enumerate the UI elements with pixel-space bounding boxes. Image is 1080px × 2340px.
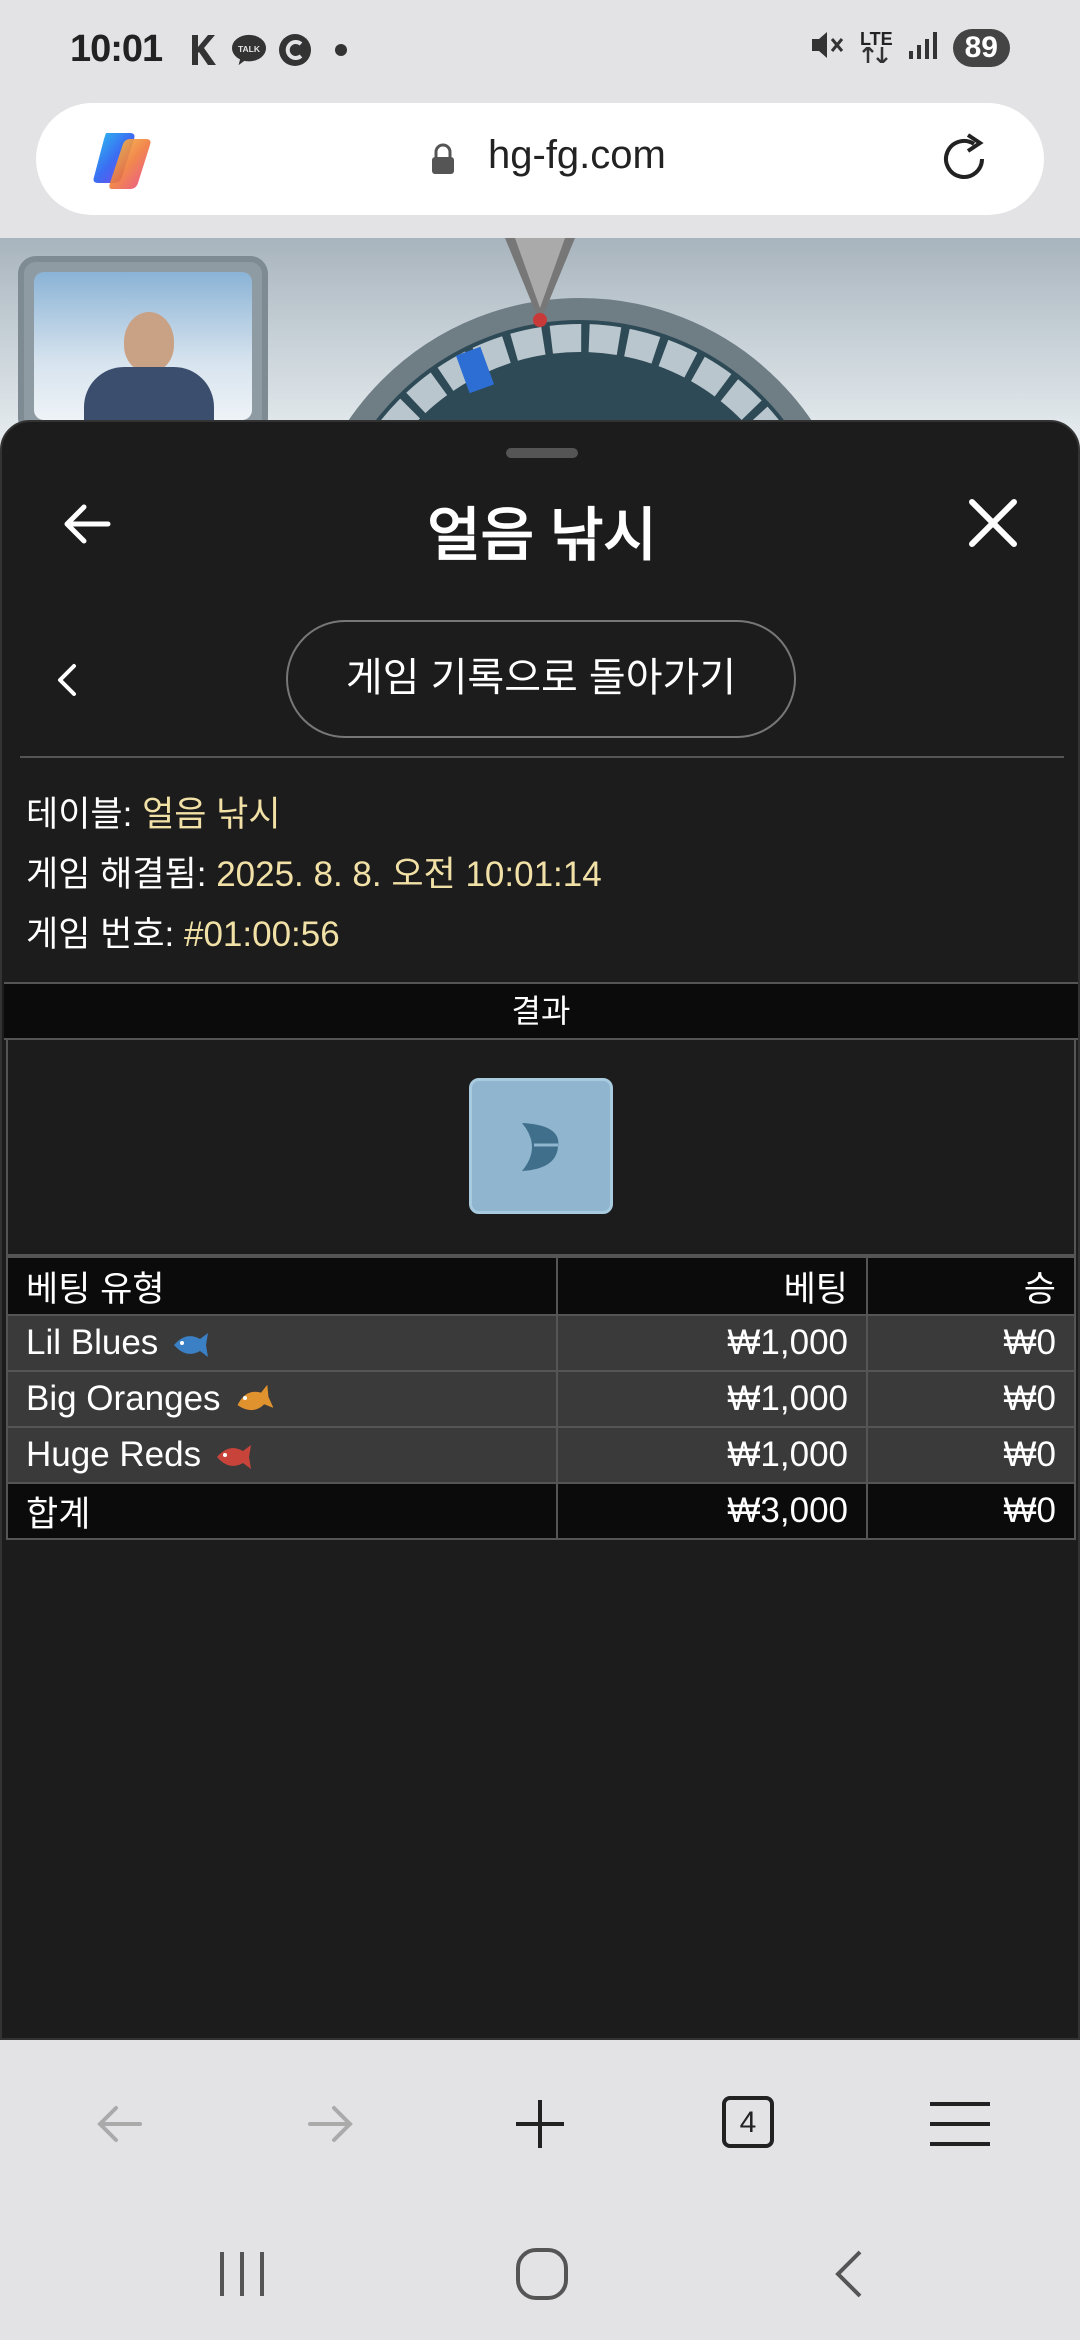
resolved-info: 게임 해결됨: 2025. 8. 8. 오전 10:01:14 — [26, 846, 602, 897]
game-wheel — [300, 298, 860, 438]
table-row: Huge Reds ₩1,000 ₩0 — [6, 1426, 1076, 1484]
status-bar: 10:01 TALK LTE 89 — [0, 0, 1080, 100]
signal-icon — [907, 29, 939, 66]
table-label: 테이블: — [26, 795, 143, 834]
table-info: 테이블: 얼음 낚시 — [26, 786, 281, 837]
url-text[interactable]: hg-fg.com — [488, 133, 666, 178]
bet-type-lil-blues: Lil Blues — [26, 1323, 159, 1362]
system-back-icon[interactable] — [820, 2244, 880, 2304]
result-fish-icon — [522, 1123, 559, 1171]
game-detail-sheet: 얼음 낚시 게임 기록으로 돌아가기 테이블: 얼음 낚시 게임 해결됨: 20… — [0, 420, 1080, 2040]
total-win: ₩0 — [866, 1482, 1076, 1540]
dot-icon — [323, 32, 359, 68]
reload-icon[interactable] — [934, 129, 994, 189]
lock-icon[interactable] — [428, 143, 458, 175]
kakao-k-icon — [185, 32, 221, 68]
sheet-title: 얼음 낚시 — [427, 503, 657, 568]
game-number-label: 게임 번호: — [26, 915, 184, 954]
column-header-bet-type: 베팅 유형 — [6, 1256, 558, 1316]
bet-amount: ₩1,000 — [556, 1314, 868, 1372]
tabs-count-button[interactable]: 4 — [722, 2096, 774, 2148]
close-icon[interactable] — [964, 494, 1022, 552]
win-amount: ₩0 — [866, 1370, 1076, 1428]
game-number-info: 게임 번호: #01:00:56 — [26, 906, 340, 957]
resolved-value: 2025. 8. 8. 오전 10:01:14 — [216, 855, 602, 894]
system-navigation-bar — [0, 2200, 1080, 2340]
network-type: LTE — [859, 28, 893, 49]
divider — [20, 756, 1064, 758]
status-right-icons: LTE 89 — [810, 28, 1010, 67]
c-badge-icon — [277, 32, 313, 68]
recent-apps-icon[interactable] — [212, 2244, 272, 2304]
table-value: 얼음 낚시 — [142, 795, 281, 834]
wheel-pointer-icon — [505, 238, 575, 328]
chevron-left-icon[interactable] — [50, 656, 84, 704]
bet-amount: ₩1,000 — [556, 1426, 868, 1484]
result-tile — [469, 1078, 613, 1214]
mute-icon — [810, 28, 846, 67]
battery-indicator: 89 — [952, 28, 1010, 67]
win-amount: ₩0 — [866, 1426, 1076, 1484]
back-nav-icon[interactable] — [90, 2094, 150, 2154]
game-background — [0, 238, 1080, 438]
table-row: Big Oranges ₩1,000 ₩0 — [6, 1370, 1076, 1428]
blue-fish-icon — [170, 1329, 210, 1361]
orange-fish-icon — [233, 1384, 274, 1417]
bet-type-huge-reds: Huge Reds — [26, 1435, 202, 1474]
column-header-win: 승 — [866, 1256, 1076, 1316]
browser-toolbar: 4 — [0, 2040, 1080, 2200]
result-header: 결과 — [4, 982, 1078, 1040]
win-amount: ₩0 — [866, 1314, 1076, 1372]
lte-indicator: LTE — [859, 28, 893, 65]
bets-table: 베팅 유형 베팅 승 Lil Blues ₩1,000 ₩0 Big Orang… — [6, 1256, 1076, 1540]
new-tab-icon[interactable] — [510, 2094, 570, 2154]
kakaotalk-icon: TALK — [231, 32, 267, 68]
red-fish-icon — [213, 1441, 253, 1473]
back-to-history-button[interactable]: 게임 기록으로 돌아가기 — [286, 620, 796, 738]
bet-amount: ₩1,000 — [556, 1370, 868, 1428]
result-box — [6, 1038, 1076, 1256]
table-header-row: 베팅 유형 베팅 승 — [6, 1256, 1076, 1316]
home-icon[interactable] — [512, 2244, 572, 2304]
address-bar[interactable]: hg-fg.com — [36, 103, 1044, 215]
forward-nav-icon[interactable] — [300, 2094, 360, 2154]
sheet-handle[interactable] — [506, 448, 578, 458]
game-number-value: #01:00:56 — [183, 915, 340, 954]
resolved-label: 게임 해결됨: — [26, 855, 217, 894]
copilot-logo-icon[interactable] — [86, 125, 156, 195]
talk-label: TALK — [238, 44, 261, 54]
menu-icon[interactable] — [930, 2094, 990, 2154]
table-row: Lil Blues ₩1,000 ₩0 — [6, 1314, 1076, 1372]
total-bet: ₩3,000 — [556, 1482, 868, 1540]
status-notification-icons: TALK — [185, 32, 359, 68]
total-row: 합계 ₩3,000 ₩0 — [6, 1482, 1076, 1540]
column-header-bet: 베팅 — [556, 1256, 868, 1316]
total-label: 합계 — [6, 1482, 558, 1540]
bet-type-big-oranges: Big Oranges — [26, 1379, 221, 1418]
status-time: 10:01 — [70, 28, 163, 70]
dealer-webcam — [18, 256, 268, 436]
